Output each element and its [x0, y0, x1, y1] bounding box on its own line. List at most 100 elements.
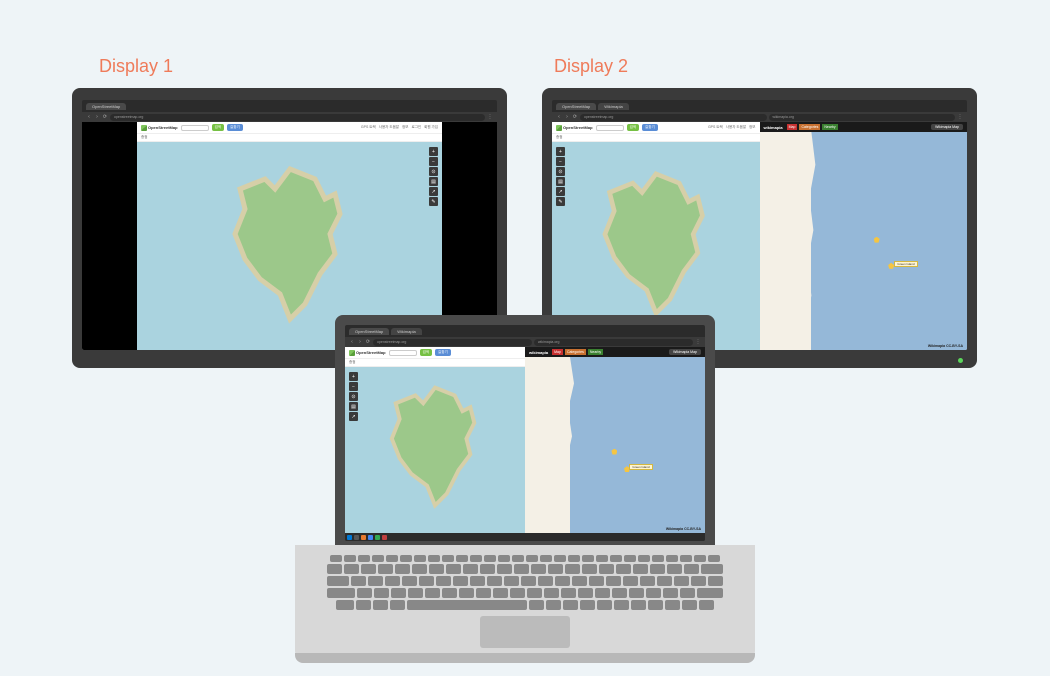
wikimapia-map-laptop[interactable]: Green Island Wikimapia CC-BY-SA — [525, 357, 705, 533]
marker-label[interactable]: Green Island — [629, 464, 652, 470]
wikimapia-map-button[interactable]: Wikimapia Map — [931, 124, 963, 130]
wm-menu-map[interactable]: Map — [552, 349, 563, 355]
windows-start-icon[interactable] — [347, 535, 352, 540]
wm-menu-nearby[interactable]: Nearby — [822, 124, 837, 130]
osm-search-input[interactable] — [181, 125, 209, 131]
share-icon[interactable]: ↗ — [556, 187, 565, 196]
menu-icon[interactable]: ⋮ — [487, 114, 493, 120]
forward-icon[interactable]: › — [564, 114, 570, 120]
reload-icon[interactable]: ⟳ — [365, 339, 371, 345]
menu-icon[interactable]: ⋮ — [957, 114, 963, 120]
menu-icon[interactable]: ⋮ — [695, 339, 701, 345]
browser-tab-wikimapia[interactable]: Wikimapia — [598, 103, 628, 110]
map-marker-1[interactable] — [874, 237, 880, 243]
osm-search-button[interactable]: 검색 — [212, 124, 224, 131]
osm-menu-help[interactable]: 사용자 도움말 — [379, 125, 399, 130]
wikimapia-attribution: Wikimapia CC-BY-SA — [666, 527, 701, 531]
wikimapia-attribution: Wikimapia CC-BY-SA — [928, 344, 963, 348]
taskbar-app-icon-1[interactable] — [361, 535, 366, 540]
browser-tab-osm-2[interactable]: OpenStreetMap — [556, 103, 596, 110]
coastline — [760, 132, 812, 350]
osm-search-input[interactable] — [596, 125, 624, 131]
map-marker-1[interactable] — [611, 449, 617, 455]
taskbar-app-icon-3[interactable] — [375, 535, 380, 540]
taskbar-search-icon[interactable] — [354, 535, 359, 540]
reload-icon[interactable]: ⟳ — [102, 114, 108, 120]
osm-search-button[interactable]: 검색 — [627, 124, 639, 131]
wikimapia-pane-2[interactable]: wikimapia Map Categories Nearby Wikimapi… — [760, 122, 968, 350]
wm-menu-nearby[interactable]: Nearby — [588, 349, 603, 355]
osm-menu-help[interactable]: 사용자 도움말 — [726, 125, 746, 130]
note-icon[interactable]: ✎ — [556, 197, 565, 206]
wikimapia-logo[interactable]: wikimapia — [764, 125, 783, 130]
display-2-label: Display 2 — [554, 56, 628, 77]
osm-search-input[interactable] — [389, 350, 417, 356]
browser-window-laptop: OpenStreetMap Wikimapia ‹ › ⟳ openstreet… — [345, 325, 705, 541]
wm-menu-map[interactable]: Map — [787, 124, 798, 130]
taskbar-app-icon-2[interactable] — [368, 535, 373, 540]
osm-directions-button[interactable]: 길찾기 — [227, 124, 243, 131]
zoom-in-icon[interactable]: + — [429, 147, 438, 156]
url-bar-2a[interactable]: openstreetmap.org — [580, 114, 767, 121]
wikimapia-pane-laptop[interactable]: wikimapia Map Categories Nearby Wikimapi… — [525, 347, 705, 533]
osm-logo-icon — [349, 350, 355, 356]
osm-menu-login[interactable]: 로그인 — [411, 125, 421, 130]
url-bar-1[interactable]: openstreetmap.org — [110, 114, 485, 121]
share-icon[interactable]: ↗ — [349, 412, 358, 421]
browser-tabs-laptop: OpenStreetMap Wikimapia — [345, 325, 705, 337]
osm-menu-about[interactable]: 정보 — [749, 125, 755, 130]
browser-tab-osm-laptop[interactable]: OpenStreetMap — [349, 328, 389, 335]
wikimapia-map-2[interactable]: Green Island Wikimapia CC-BY-SA — [760, 132, 968, 350]
wikimapia-map-button[interactable]: Wikimapia Map — [669, 349, 701, 355]
windows-taskbar[interactable] — [345, 533, 705, 541]
osm-menu-gps[interactable]: GPS 트랙 — [361, 125, 376, 130]
note-icon[interactable]: ✎ — [429, 197, 438, 206]
osm-secondary-label: 종점 — [349, 360, 355, 365]
locate-icon[interactable]: ⊙ — [556, 167, 565, 176]
share-icon[interactable]: ↗ — [429, 187, 438, 196]
layers-icon[interactable]: ▤ — [556, 177, 565, 186]
browser-tabs-2: OpenStreetMap Wikimapia — [552, 100, 967, 112]
osm-map-tools-laptop: + − ⊙ ▤ ↗ — [349, 372, 358, 421]
back-icon[interactable]: ‹ — [556, 114, 562, 120]
osm-directions-button[interactable]: 길찾기 — [642, 124, 658, 131]
back-icon[interactable]: ‹ — [349, 339, 355, 345]
zoom-out-icon[interactable]: − — [556, 157, 565, 166]
url-bar-laptop-a[interactable]: openstreetmap.org — [373, 339, 532, 346]
reload-icon[interactable]: ⟳ — [572, 114, 578, 120]
locate-icon[interactable]: ⊙ — [429, 167, 438, 176]
wm-menu-categories[interactable]: Categories — [799, 124, 820, 130]
forward-icon[interactable]: › — [94, 114, 100, 120]
browser-tab-wikimapia-laptop[interactable]: Wikimapia — [391, 328, 421, 335]
osm-menu-gps[interactable]: GPS 트랙 — [708, 125, 723, 130]
osm-logo[interactable]: OpenStreetMap — [141, 125, 178, 131]
back-icon[interactable]: ‹ — [86, 114, 92, 120]
osm-logo[interactable]: OpenStreetMap — [556, 125, 593, 131]
zoom-out-icon[interactable]: − — [429, 157, 438, 166]
layers-icon[interactable]: ▤ — [349, 402, 358, 411]
zoom-in-icon[interactable]: + — [556, 147, 565, 156]
zoom-in-icon[interactable]: + — [349, 372, 358, 381]
url-bar-2b[interactable]: wikimapia.org — [769, 114, 956, 121]
osm-directions-button[interactable]: 길찾기 — [435, 349, 451, 356]
wm-menu-categories[interactable]: Categories — [565, 349, 586, 355]
wikimapia-logo[interactable]: wikimapia — [529, 350, 548, 355]
osm-right-menu: GPS 트랙 사용자 도움말 정보 로그인 회원 가입 — [361, 125, 438, 130]
layers-icon[interactable]: ▤ — [429, 177, 438, 186]
osm-menu-signup[interactable]: 회원 가입 — [424, 125, 438, 130]
osm-secondary-label: 종점 — [141, 135, 147, 140]
laptop-trackpad[interactable] — [480, 616, 570, 648]
locate-icon[interactable]: ⊙ — [349, 392, 358, 401]
zoom-out-icon[interactable]: − — [349, 382, 358, 391]
osm-search-button[interactable]: 검색 — [420, 349, 432, 356]
map-marker-2[interactable] — [888, 263, 894, 269]
browser-tab-osm[interactable]: OpenStreetMap — [86, 103, 126, 110]
osm-menu-about[interactable]: 정보 — [402, 125, 408, 130]
browser-tabs-1: OpenStreetMap — [82, 100, 497, 112]
taskbar-app-icon-4[interactable] — [382, 535, 387, 540]
marker-label[interactable]: Green Island — [894, 261, 917, 267]
url-bar-laptop-b[interactable]: wikimapia.org — [534, 339, 693, 346]
forward-icon[interactable]: › — [357, 339, 363, 345]
osm-map-laptop[interactable]: OpenStreetMap 검색 길찾기 종점 + − ⊙ — [345, 347, 525, 533]
osm-logo[interactable]: OpenStreetMap — [349, 350, 386, 356]
